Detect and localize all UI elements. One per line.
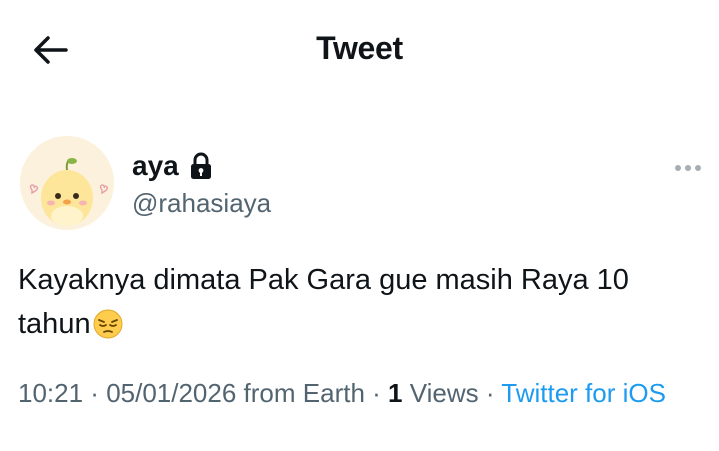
author-name-row: aya <box>132 150 213 182</box>
more-options-button[interactable] <box>668 156 708 180</box>
tweet-body: Kayaknya dimata Pak Gara gue masih Raya … <box>18 258 698 352</box>
lock-icon <box>189 152 213 180</box>
separator-dot: · <box>478 378 502 408</box>
views-count: 1 <box>388 378 403 408</box>
user-handle[interactable]: @rahasiaya <box>132 188 271 219</box>
more-horizontal-icon <box>674 159 702 177</box>
separator-dot: · <box>83 378 107 408</box>
tweet-metadata: 10:21 · 05/01/2026 from Earth · 1 Views … <box>18 376 698 410</box>
tweet-location: from Earth <box>236 378 365 408</box>
avatar[interactable] <box>20 136 114 230</box>
display-name[interactable]: aya <box>132 150 179 182</box>
tweet-date[interactable]: 05/01/2026 <box>106 378 236 408</box>
views-label: Views <box>402 378 479 408</box>
tweet-source-link[interactable]: Twitter for iOS <box>501 378 666 408</box>
separator-dot: · <box>364 378 389 408</box>
tweet-time[interactable]: 10:21 <box>18 378 83 408</box>
pensive-face-emoji <box>93 308 123 352</box>
page-title: Tweet <box>316 30 403 66</box>
chick-avatar-illustration <box>20 136 114 230</box>
top-bar: Tweet <box>0 0 719 104</box>
